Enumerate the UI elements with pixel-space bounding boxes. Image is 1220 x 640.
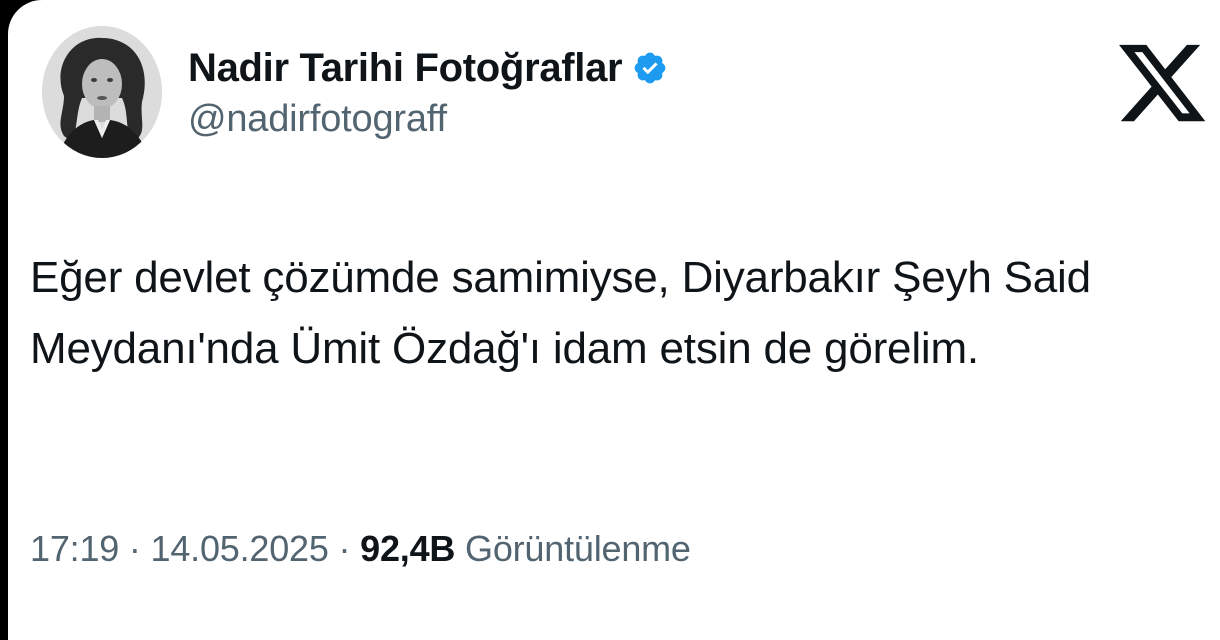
verified-badge-icon bbox=[632, 50, 668, 86]
x-logo-icon[interactable] bbox=[1114, 36, 1210, 130]
tweet-card: Nadir Tarihi Fotoğraflar @nadirfotograff… bbox=[8, 0, 1220, 640]
tweet-date[interactable]: 14.05.2025 bbox=[151, 528, 329, 569]
tweet-text: Eğer devlet çözümde samimiyse, Diyarbakı… bbox=[30, 253, 1091, 373]
meta-separator: · bbox=[338, 528, 351, 569]
author-display-name[interactable]: Nadir Tarihi Fotoğraflar bbox=[188, 46, 623, 91]
views-count: 92,4B bbox=[360, 528, 456, 569]
views-label: Görüntülenme bbox=[465, 528, 691, 569]
avatar[interactable] bbox=[42, 26, 162, 158]
meta-separator: · bbox=[128, 528, 141, 569]
tweet-meta: 17:19 · 14.05.2025 · 92,4B Görüntülenme bbox=[30, 528, 691, 570]
author-handle[interactable]: @nadirfotograff bbox=[188, 98, 447, 141]
author-name-row[interactable]: Nadir Tarihi Fotoğraflar bbox=[188, 44, 668, 92]
tweet-time[interactable]: 17:19 bbox=[30, 528, 119, 569]
portrait-photo-avatar bbox=[42, 26, 162, 158]
